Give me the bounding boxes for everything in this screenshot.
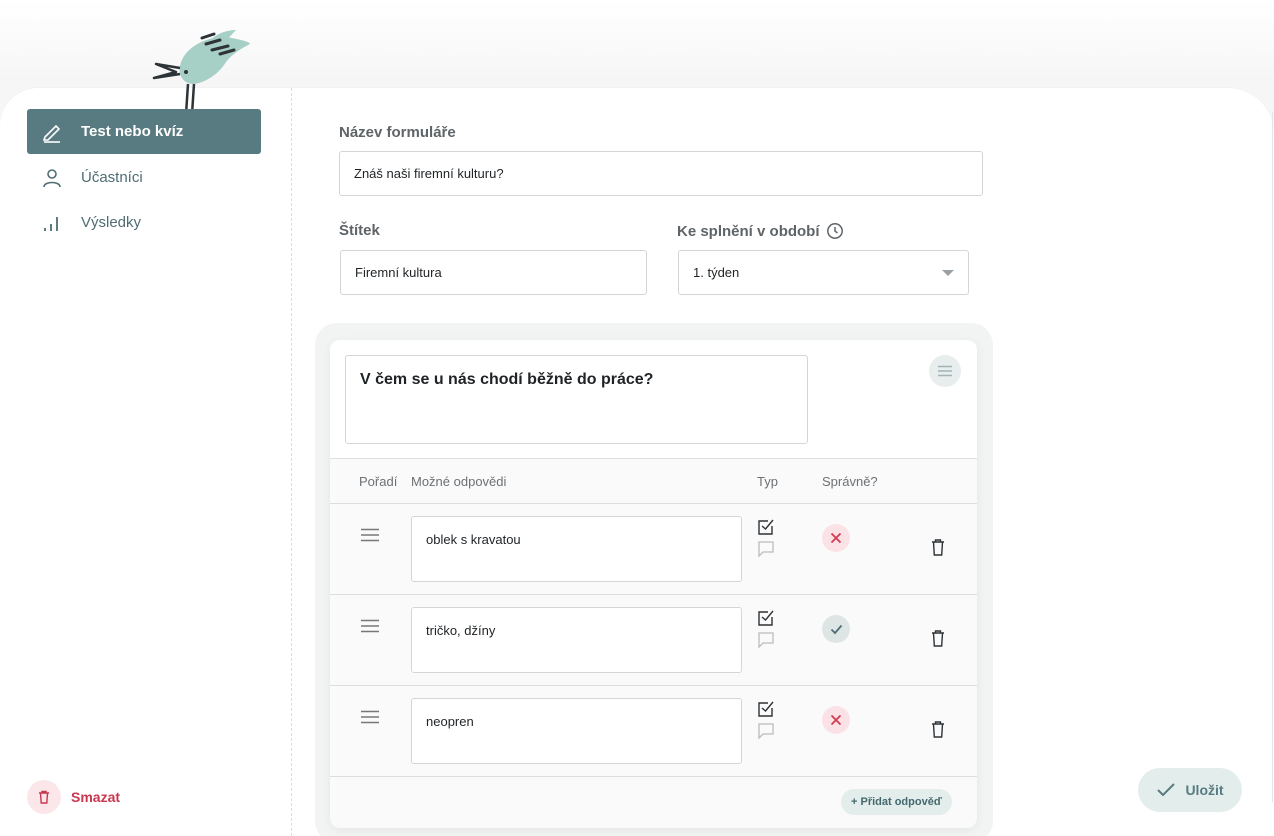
answer-input[interactable]: neopren xyxy=(411,698,742,764)
column-type: Typ xyxy=(757,474,778,489)
sidebar-item-label: Test nebo kvíz xyxy=(81,123,184,140)
save-label: Uložit xyxy=(1185,782,1224,798)
question-card: V čem se u nás chodí běžně do práce? Poř… xyxy=(330,340,977,828)
incorrect-toggle[interactable] xyxy=(822,706,850,734)
answer-row: oblek s kravatou xyxy=(330,504,977,595)
period-select-value: 1. týden xyxy=(693,265,740,280)
comment-icon[interactable] xyxy=(757,540,775,558)
question-text: V čem se u nás chodí běžně do práce? xyxy=(360,371,654,388)
comment-icon[interactable] xyxy=(757,631,775,649)
trash-icon[interactable] xyxy=(930,720,946,738)
check-icon xyxy=(830,624,842,634)
checkbox-icon[interactable] xyxy=(757,518,775,536)
drag-handle-icon[interactable] xyxy=(360,528,380,542)
tag-label: Štítek xyxy=(339,222,380,239)
panel-edge xyxy=(1272,112,1273,802)
correct-toggle[interactable] xyxy=(822,615,850,643)
drag-handle-icon[interactable] xyxy=(360,710,380,724)
period-select[interactable]: 1. týden xyxy=(678,250,969,295)
sidebar-item-label: Výsledky xyxy=(81,214,142,231)
sidebar-item-label: Účastníci xyxy=(81,169,143,186)
tag-input[interactable] xyxy=(340,250,647,295)
pencil-icon xyxy=(42,124,61,143)
answer-input[interactable]: tričko, džíny xyxy=(411,607,742,673)
add-answer-label: + Přidat odpověď xyxy=(851,796,942,808)
checkbox-icon[interactable] xyxy=(757,609,775,627)
delete-button[interactable]: Smazat xyxy=(27,780,120,814)
check-icon xyxy=(1157,783,1176,797)
answer-text: oblek s kravatou xyxy=(426,532,521,547)
drag-handle-icon[interactable] xyxy=(360,619,380,633)
menu-icon xyxy=(938,365,952,377)
clock-icon xyxy=(826,223,843,239)
answer-type xyxy=(757,700,775,740)
sidebar-divider xyxy=(291,88,292,836)
answer-text: tričko, džíny xyxy=(426,623,496,638)
answer-input[interactable]: oblek s kravatou xyxy=(411,516,742,582)
trash-icon xyxy=(27,780,61,814)
sidebar-item-results[interactable]: Výsledky xyxy=(27,200,261,245)
incorrect-toggle[interactable] xyxy=(822,524,850,552)
question-menu-button[interactable] xyxy=(929,355,961,387)
answer-type xyxy=(757,609,775,649)
column-order: Pořadí xyxy=(359,474,398,489)
close-icon xyxy=(830,532,842,544)
delete-label: Smazat xyxy=(71,789,121,805)
user-icon xyxy=(43,168,61,187)
save-button[interactable]: Uložit xyxy=(1138,768,1242,812)
add-answer-button[interactable]: + Přidat odpověď xyxy=(841,789,952,815)
answer-row: tričko, džíny xyxy=(330,595,977,686)
sidebar-item-participants[interactable]: Účastníci xyxy=(27,155,261,200)
trash-icon[interactable] xyxy=(930,629,946,647)
bar-chart-icon xyxy=(44,216,58,231)
sidebar-item-test[interactable]: Test nebo kvíz xyxy=(27,109,261,154)
question-input[interactable]: V čem se u nás chodí běžně do práce? xyxy=(345,355,808,444)
answer-text: neopren xyxy=(426,714,474,729)
question-header: V čem se u nás chodí běžně do práce? xyxy=(330,340,977,459)
column-correct: Správně? xyxy=(822,474,878,489)
bird-logo-icon xyxy=(152,30,250,115)
form-name-input[interactable] xyxy=(339,151,983,196)
chevron-down-icon xyxy=(942,269,954,276)
answer-type xyxy=(757,518,775,558)
comment-icon[interactable] xyxy=(757,722,775,740)
period-label: Ke splnění v období xyxy=(677,222,844,240)
answer-row: neopren xyxy=(330,686,977,777)
trash-icon[interactable] xyxy=(930,538,946,556)
close-icon xyxy=(830,714,842,726)
checkbox-icon[interactable] xyxy=(757,700,775,718)
form-name-label: Název formuláře xyxy=(339,124,456,141)
column-answers: Možné odpovědi xyxy=(411,474,507,489)
